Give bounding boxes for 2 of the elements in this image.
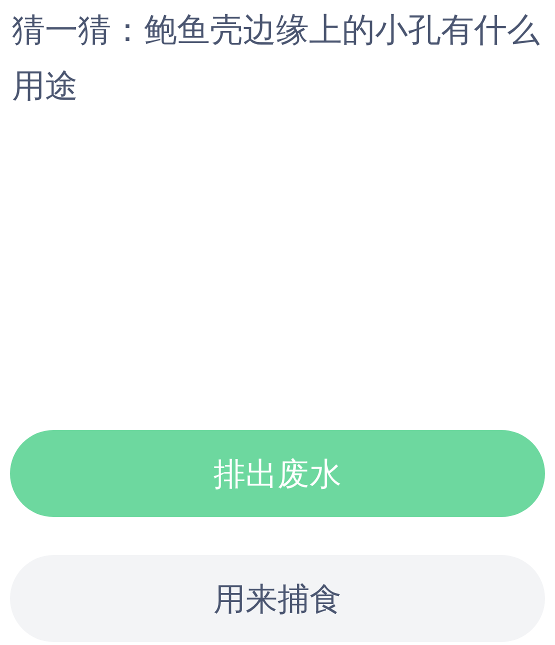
question-text: 猜一猜：鲍鱼壳边缘上的小孔有什么用途 [11, 9, 541, 107]
answer-option[interactable]: 用来捕食 [10, 555, 545, 642]
